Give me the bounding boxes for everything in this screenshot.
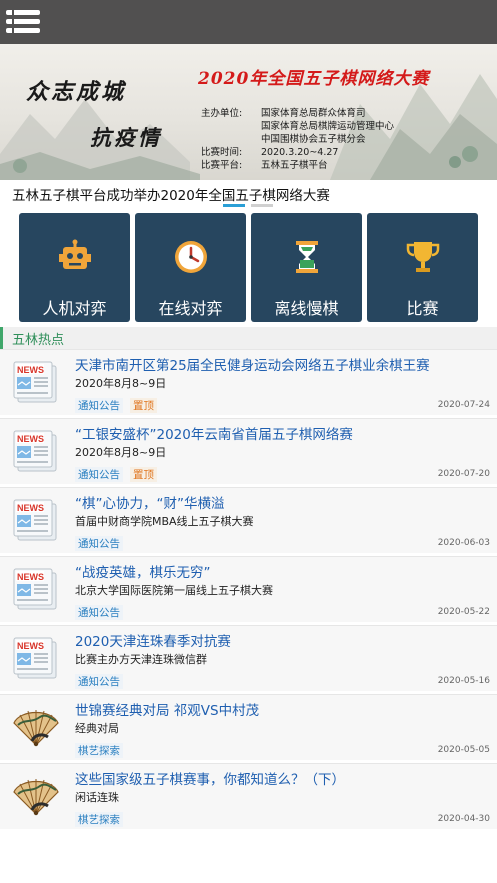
news-subtitle: 首届中财商学院MBA线上五子棋大赛 <box>75 515 254 528</box>
tile-ai-game[interactable]: 人机对弈 <box>19 213 130 322</box>
banner-info-label: 主办单位: <box>201 108 243 119</box>
news-thumbnail: NEWS <box>12 427 60 475</box>
news-item[interactable]: NEWS 天津市南开区第25届全民健身运动会网络五子棋业余棋王赛 2020年8月8… <box>0 349 497 415</box>
hamburger-menu-icon[interactable] <box>6 8 40 36</box>
news-icon: NEWS <box>13 568 57 610</box>
news-subtitle: 比赛主办方天津连珠微信群 <box>75 653 207 666</box>
news-thumbnail <box>12 703 60 751</box>
category-tag: 棋艺探索 <box>75 812 123 827</box>
banner-info-value: 2020.3.20~4.27 <box>261 147 339 158</box>
news-subtitle: 闲话连珠 <box>75 791 119 804</box>
svg-text:NEWS: NEWS <box>17 572 44 582</box>
news-thumbnail: NEWS <box>12 496 60 544</box>
carousel-dot[interactable] <box>223 204 245 207</box>
category-tag: 棋艺探索 <box>75 743 123 758</box>
news-subtitle: 经典对局 <box>75 722 119 735</box>
pinned-badge: 置顶 <box>130 398 157 413</box>
news-date: 2020-04-30 <box>437 814 490 824</box>
banner-info-label <box>201 133 242 146</box>
news-title[interactable]: 这些国家级五子棋赛事，你都知道么？（下） <box>75 768 345 788</box>
news-icon: NEWS <box>13 430 57 472</box>
category-tag: 通知公告 <box>75 536 123 551</box>
folding-fan-icon <box>13 779 59 816</box>
news-date: 2020-05-05 <box>437 745 490 755</box>
tile-label: 人机对弈 <box>42 299 107 318</box>
news-item[interactable]: NEWS “战疫英雄，棋乐无穷” 北京大学国际医院第一届线上五子棋大赛 通知公告 20… <box>0 556 497 622</box>
svg-text:NEWS: NEWS <box>17 365 44 375</box>
promo-banner[interactable]: 众志成城 抗疫情 2020年全国五子棋网络大赛 主办单位: 比赛时间: 比赛平台… <box>0 44 497 180</box>
hourglass-icon <box>296 241 318 273</box>
news-subtitle: 2020年8月8~9日 <box>75 446 167 459</box>
banner-headline[interactable]: 五林五子棋平台成功举办2020年全国五子棋网络大赛 <box>12 184 330 204</box>
banner-info-label <box>201 120 242 133</box>
news-date: 2020-05-16 <box>437 676 490 686</box>
category-tag: 通知公告 <box>75 605 123 620</box>
tile-online-game[interactable]: 在线对弈 <box>135 213 246 322</box>
tile-label: 比赛 <box>406 299 439 318</box>
news-title[interactable]: “战疫英雄，棋乐无穷” <box>75 561 211 581</box>
news-title[interactable]: 2020天津连珠春季对抗赛 <box>75 630 231 650</box>
news-thumbnail: NEWS <box>12 358 60 406</box>
tile-offline-game[interactable]: 离线慢棋 <box>251 213 362 322</box>
banner-info-value: 国家体育总局棋牌运动管理中心 <box>261 121 395 132</box>
banner-info-value: 国家体育总局群众体育司 <box>261 108 366 119</box>
news-title[interactable]: “棋”心协力，“财”华横溢 <box>75 492 224 512</box>
banner-slogan-line1: 众志成城 <box>26 79 127 105</box>
banner-info-labels: 主办单位: 比赛时间: 比赛平台: <box>201 107 242 172</box>
tile-label: 在线对弈 <box>158 299 223 318</box>
news-date: 2020-05-22 <box>437 607 490 617</box>
category-tag: 通知公告 <box>75 467 123 482</box>
banner-title: 2020年全国五子棋网络大赛 <box>198 69 430 89</box>
top-bar <box>0 0 497 44</box>
robot-icon <box>59 239 91 269</box>
svg-text:NEWS: NEWS <box>17 434 44 444</box>
news-date: 2020-07-24 <box>437 400 490 410</box>
section-header-hot-topics: 五林热点 <box>0 327 497 349</box>
news-item[interactable]: NEWS 2020天津连珠春季对抗赛比赛主办方天津连珠微信群 通知公告 2020-0… <box>0 625 497 691</box>
tile-label: 离线慢棋 <box>274 299 339 318</box>
banner-info-value: 中国围棋协会五子棋分会 <box>261 134 366 145</box>
news-date: 2020-07-20 <box>437 469 490 479</box>
news-title[interactable]: 世锦赛经典对局 祁观VS中村茂 <box>75 699 259 719</box>
carousel-dot[interactable] <box>251 204 273 207</box>
news-subtitle: 2020年8月8~9日 <box>75 377 167 390</box>
clock-icon <box>175 241 207 273</box>
news-date: 2020-06-03 <box>437 538 490 548</box>
news-thumbnail: NEWS <box>12 634 60 682</box>
tile-competition[interactable]: 比赛 <box>367 213 478 322</box>
news-icon: NEWS <box>13 499 57 541</box>
trophy-icon <box>406 242 440 272</box>
category-tag: 通知公告 <box>75 674 123 689</box>
news-item[interactable]: 世锦赛经典对局 祁观VS中村茂经典对局棋艺探索 2020-05-05 <box>0 694 497 760</box>
news-title[interactable]: “工银安盛杯”2020年云南省首届五子棋网络赛 <box>75 423 353 443</box>
category-tag: 通知公告 <box>75 398 123 413</box>
banner-info-values: 国家体育总局群众体育司 国家体育总局棋牌运动管理中心 中国围棋协会五子棋分会 2… <box>261 107 394 172</box>
news-item[interactable]: 这些国家级五子棋赛事，你都知道么？（下） 闲话连珠棋艺探索 2020-04-30 <box>0 763 497 829</box>
news-subtitle: 北京大学国际医院第一届线上五子棋大赛 <box>75 584 273 597</box>
news-icon: NEWS <box>13 637 57 679</box>
news-item[interactable]: NEWS “棋”心协力，“财”华横溢首届中财商学院MBA线上五子棋大赛 通知公告 2… <box>0 487 497 553</box>
section-title: 五林热点 <box>12 333 65 348</box>
banner-info-value: 五林五子棋平台 <box>261 160 328 171</box>
banner-info-label: 比赛时间: <box>201 147 243 158</box>
svg-text:NEWS: NEWS <box>17 641 44 651</box>
news-icon: NEWS <box>13 361 57 403</box>
folding-fan-icon <box>13 710 59 747</box>
news-thumbnail: NEWS <box>12 565 60 613</box>
news-thumbnail <box>12 772 60 820</box>
banner-slogan-line2: 抗疫情 <box>90 125 162 150</box>
news-title[interactable]: 天津市南开区第25届全民健身运动会网络五子棋业余棋王赛 <box>75 354 430 374</box>
banner-info-label: 比赛平台: <box>201 160 243 171</box>
news-item[interactable]: NEWS “工银安盛杯”2020年云南省首届五子棋网络赛 2020年8月8~9日通… <box>0 418 497 484</box>
pinned-badge: 置顶 <box>130 467 157 482</box>
svg-text:NEWS: NEWS <box>17 503 44 513</box>
